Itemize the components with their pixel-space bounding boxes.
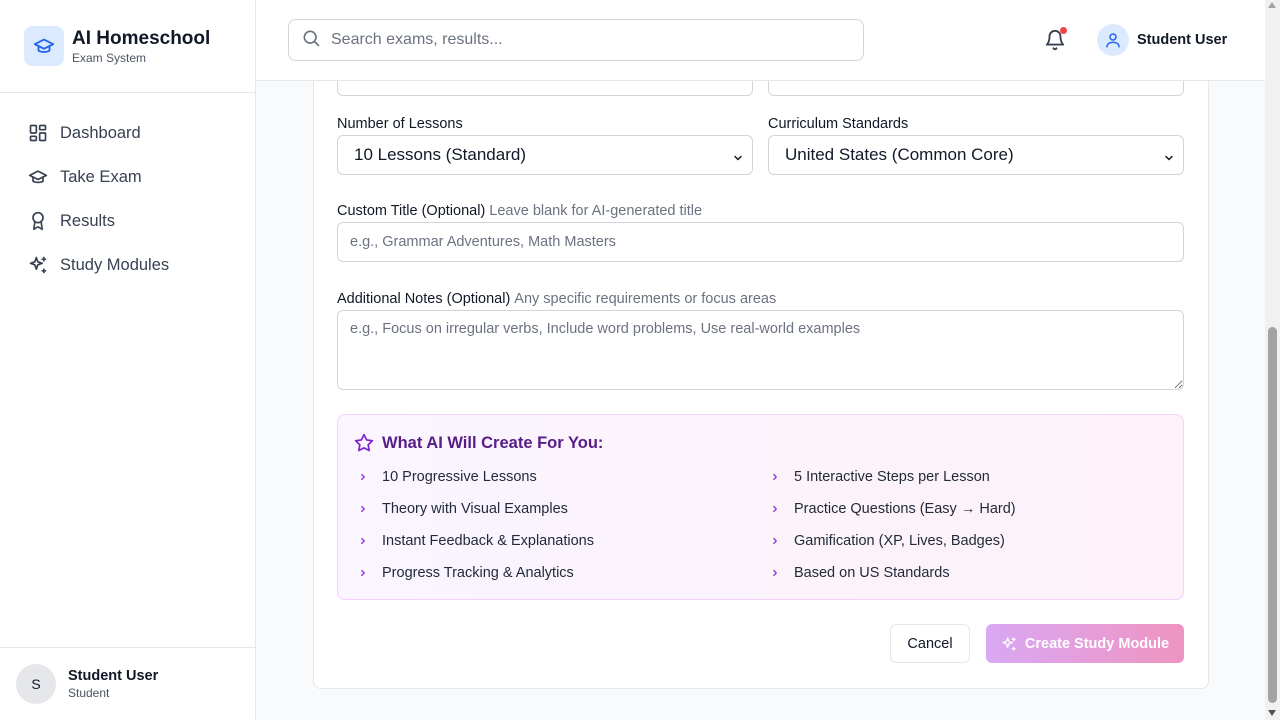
list-item: Based on US Standards <box>770 565 950 581</box>
chevron-right-icon <box>358 504 372 514</box>
award-icon <box>28 211 48 231</box>
curriculum-select[interactable]: United States (Common Core) <box>768 135 1184 175</box>
list-item-text: 10 Progressive Lessons <box>382 469 537 485</box>
list-item: Gamification (XP, Lives, Badges) <box>770 533 1005 549</box>
bell-icon <box>1044 30 1066 55</box>
scrollbar-thumb[interactable] <box>1268 327 1277 703</box>
sidebar-nav: Dashboard Take Exam Results Study Module… <box>0 93 255 287</box>
list-item: 5 Interactive Steps per Lesson <box>770 469 990 485</box>
custom-title-label-text: Custom Title (Optional) <box>337 203 486 219</box>
chevron-down-icon <box>1163 149 1175 169</box>
list-item-text: Based on US Standards <box>794 565 950 581</box>
notifications-button[interactable] <box>1044 27 1068 55</box>
top-header: Student User <box>256 0 1265 81</box>
ai-features-title-text: What AI Will Create For You: <box>382 433 604 452</box>
header-user-name: Student User <box>1137 32 1228 48</box>
list-item-text: Gamification (XP, Lives, Badges) <box>794 533 1005 549</box>
custom-title-hint: Leave blank for AI-generated title <box>489 203 703 219</box>
chevron-right-icon <box>770 536 784 546</box>
ai-features-box: What AI Will Create For You: 10 Progress… <box>337 414 1184 600</box>
list-item: 10 Progressive Lessons <box>358 469 537 485</box>
search-box[interactable] <box>288 19 864 61</box>
sidebar-item-study-modules[interactable]: Study Modules <box>0 243 255 287</box>
curriculum-label: Curriculum Standards <box>768 116 909 132</box>
notes-hint: Any specific requirements or focus areas <box>514 291 777 307</box>
search-icon <box>301 28 321 53</box>
notes-label-text: Additional Notes (Optional) <box>337 291 511 307</box>
lessons-select[interactable]: 10 Lessons (Standard) <box>337 135 753 175</box>
lessons-value: 10 Lessons (Standard) <box>354 145 526 164</box>
notes-textarea[interactable] <box>337 310 1184 390</box>
page-scrollbar[interactable] <box>1265 0 1280 720</box>
chevron-right-icon <box>770 472 784 482</box>
create-study-module-button[interactable]: Create Study Module <box>986 624 1184 663</box>
custom-title-label: Custom Title (Optional) Leave blank for A… <box>337 203 702 219</box>
chevron-right-icon <box>770 504 784 514</box>
search-input[interactable] <box>331 31 831 49</box>
list-item: Practice Questions (Easy → Hard) <box>770 501 1016 517</box>
list-item-text: Theory with Visual Examples <box>382 501 568 517</box>
sidebar-item-label: Dashboard <box>60 123 141 142</box>
sparkles-icon <box>1002 636 1016 651</box>
create-study-module-label: Create Study Module <box>1024 635 1170 652</box>
sidebar-item-results[interactable]: Results <box>0 199 255 243</box>
list-item: Progress Tracking & Analytics <box>358 565 574 581</box>
notes-label: Additional Notes (Optional) Any specific … <box>337 291 776 307</box>
brand: AI Homeschool Exam System <box>0 0 255 93</box>
brand-title: AI Homeschool <box>72 27 211 49</box>
chevron-right-icon <box>358 536 372 546</box>
list-item-text: 5 Interactive Steps per Lesson <box>794 469 990 485</box>
notification-dot <box>1060 27 1067 34</box>
sidebar: AI Homeschool Exam System Dashboard Take… <box>0 0 256 720</box>
custom-title-input[interactable] <box>337 222 1184 262</box>
avatar: S <box>16 664 56 704</box>
cancel-button[interactable]: Cancel <box>890 624 970 663</box>
chevron-right-icon <box>770 568 784 578</box>
scroll-down-arrow-icon[interactable] <box>1268 710 1276 716</box>
sparkles-icon <box>28 255 48 275</box>
list-item-text: Practice Questions (Easy → Hard) <box>794 501 1016 517</box>
curriculum-value: United States (Common Core) <box>785 145 1014 164</box>
lessons-label: Number of Lessons <box>337 116 463 132</box>
user-icon <box>1097 24 1129 56</box>
list-item: Instant Feedback & Explanations <box>358 533 594 549</box>
sidebar-item-dashboard[interactable]: Dashboard <box>0 111 255 155</box>
user-menu[interactable]: Student User <box>1097 24 1227 56</box>
graduation-cap-icon <box>24 26 64 66</box>
list-item: Theory with Visual Examples <box>358 501 568 517</box>
star-icon <box>354 433 374 452</box>
ai-features-title: What AI Will Create For You: <box>354 433 603 453</box>
sidebar-item-label: Take Exam <box>60 167 142 186</box>
user-role: Student <box>68 686 110 700</box>
sidebar-user[interactable]: S Student User Student <box>0 647 255 720</box>
chevron-right-icon <box>358 568 372 578</box>
brand-subtitle: Exam System <box>72 50 147 65</box>
graduation-cap-icon <box>28 167 48 187</box>
chevron-down-icon <box>732 149 744 169</box>
scroll-up-arrow-icon[interactable] <box>1268 2 1276 8</box>
dashboard-icon <box>28 123 48 143</box>
list-item-text: Progress Tracking & Analytics <box>382 565 574 581</box>
user-name: Student User <box>68 668 159 684</box>
sidebar-item-label: Results <box>60 211 116 230</box>
list-item-text: Instant Feedback & Explanations <box>382 533 594 549</box>
chevron-right-icon <box>358 472 372 482</box>
sidebar-item-label: Study Modules <box>60 255 170 274</box>
sidebar-item-take-exam[interactable]: Take Exam <box>0 155 255 199</box>
